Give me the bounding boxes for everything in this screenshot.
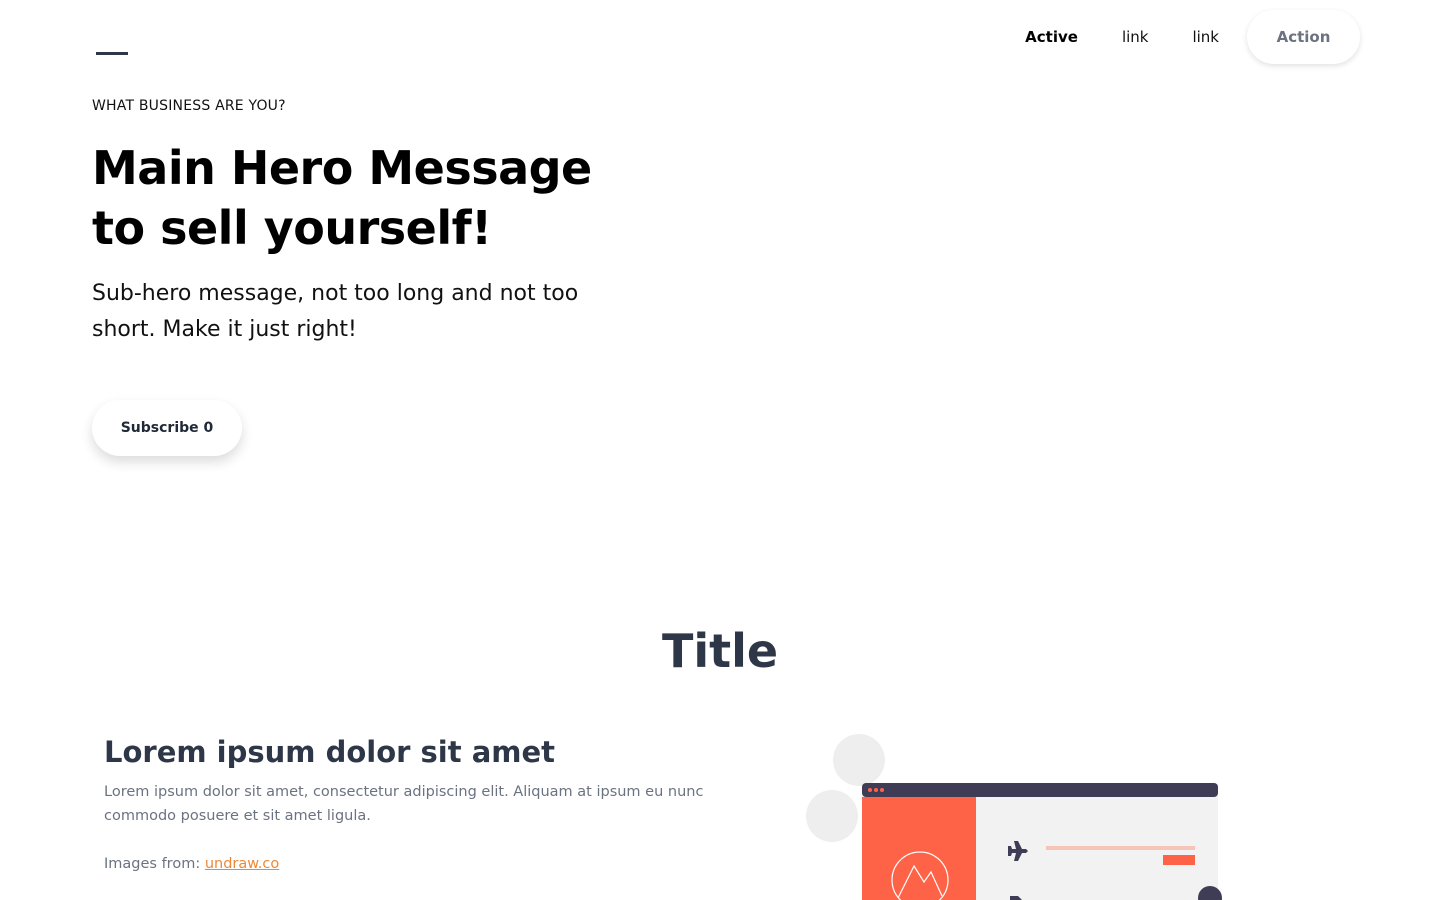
window-dot-3 [880,788,884,792]
subscribe-button[interactable]: Subscribe 0 [92,400,242,456]
logo-dash[interactable] [96,52,128,55]
browser-titlebar [862,783,1218,797]
nav-link-active[interactable]: Active [1003,11,1100,63]
nav-link-2[interactable]: link [1170,11,1241,63]
feature-text: Lorem ipsum dolor sit amet, consectetur … [104,784,704,824]
top-nav: Active link link Action [0,0,1440,76]
hero-title: Main Hero Message to sell yourself! [92,138,612,258]
window-dot-2 [874,788,878,792]
hero-eyebrow: WHAT BUSINESS ARE YOU? [92,98,286,114]
hero: WHAT BUSINESS ARE YOU? Main Hero Message… [92,98,612,348]
nav-link-1[interactable]: link [1100,11,1171,63]
window-dot-1 [868,788,872,792]
credit-prefix: Images from: [104,856,205,872]
undraw-link[interactable]: undraw.co [205,856,279,872]
content-tag [1163,855,1195,865]
action-button[interactable]: Action [1247,10,1360,64]
travel-illustration [800,730,1240,900]
hero-subtitle: Sub-hero message, not too long and not t… [92,281,579,342]
deco-circle-left [806,790,858,842]
content-bar [1046,846,1195,850]
feature-block: Lorem ipsum dolor sit amet Lorem ipsum d… [104,734,704,876]
deco-circle-top [833,734,885,786]
orange-panel [862,797,976,900]
hero-title-line1: Main Hero Message [92,141,592,195]
feature-heading: Lorem ipsum dolor sit amet [104,735,556,769]
nav-links: Active link link Action [1003,10,1360,64]
illustration-svg [806,734,1222,900]
feature-credit: Images from: undraw.co [104,852,704,876]
hero-title-line2: to sell yourself! [92,201,492,255]
section-title: Title [661,624,779,678]
